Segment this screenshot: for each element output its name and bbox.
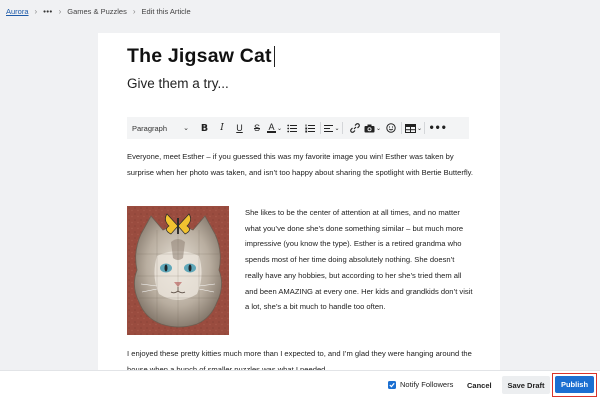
chevron-down-icon: ⌄: [276, 125, 283, 132]
numbered-list-icon: [304, 124, 315, 132]
chevron-down-icon: ⌄: [183, 125, 189, 132]
article-subtitle[interactable]: Give them a try...: [127, 76, 229, 91]
block-format-value: Paragraph: [132, 123, 168, 133]
breadcrumb: Aurora › ••• › Games & Puzzles › Edit th…: [6, 4, 191, 18]
block-format-select[interactable]: Paragraph ⌄: [132, 124, 195, 133]
article-title[interactable]: The Jigsaw Cat: [127, 45, 272, 68]
publish-button[interactable]: Publish: [555, 376, 594, 393]
notify-followers-label: Notify Followers: [400, 380, 454, 389]
align-icon: [324, 124, 334, 132]
breadcrumb-more-button[interactable]: •••: [43, 7, 52, 16]
toolbar-divider: [342, 122, 343, 134]
more-options-button[interactable]: •••: [429, 120, 447, 136]
emoji-button[interactable]: [383, 120, 399, 136]
breadcrumb-board-link[interactable]: Games & Puzzles: [67, 7, 127, 16]
align-button[interactable]: ⌄: [324, 120, 340, 136]
breadcrumb-current: Edit this Article: [141, 6, 191, 16]
table-icon: [405, 123, 417, 133]
bullet-list-icon: [287, 124, 297, 132]
table-button[interactable]: ⌄: [405, 120, 422, 136]
camera-icon: [364, 124, 375, 132]
action-bar: Notify Followers Cancel Save Draft Publi…: [0, 370, 600, 397]
title-field[interactable]: The Jigsaw Cat: [127, 45, 275, 68]
chevron-down-icon: ⌄: [376, 125, 382, 132]
bullet-list-button[interactable]: [284, 120, 300, 136]
font-color-letter: A: [268, 122, 275, 132]
article-editor: The Jigsaw Cat Give them a try... Paragr…: [98, 33, 500, 378]
cat-puzzle-image[interactable]: [127, 206, 229, 335]
editor-toolbar: Paragraph ⌄ B I U S A ⌄ ⌄ ⌄ ⌄ •••: [127, 117, 469, 139]
article-paragraph-1[interactable]: Everyone, meet Esther – if you guessed t…: [127, 149, 477, 180]
insert-image-button[interactable]: ⌄: [364, 120, 381, 136]
toolbar-divider: [400, 122, 402, 134]
bold-button[interactable]: B: [197, 120, 213, 136]
article-paragraph-2[interactable]: She likes to be the center of attention …: [245, 205, 473, 315]
link-icon: [349, 123, 360, 133]
notify-followers-checkbox[interactable]: Notify Followers: [388, 380, 453, 389]
cancel-button[interactable]: Cancel: [461, 378, 498, 392]
text-cursor: [273, 46, 275, 67]
checkbox-checked-icon[interactable]: [388, 380, 396, 389]
chevron-down-icon: ⌄: [417, 125, 423, 132]
chevron-down-icon: ⌄: [334, 125, 340, 132]
strikethrough-button[interactable]: S: [249, 120, 265, 136]
emoji-icon: [385, 123, 396, 133]
chevron-right-icon: ›: [34, 6, 38, 16]
numbered-list-button[interactable]: [302, 120, 318, 136]
save-draft-button[interactable]: Save Draft: [502, 376, 550, 394]
toolbar-divider: [319, 122, 321, 134]
chevron-right-icon: ›: [58, 6, 62, 16]
italic-button[interactable]: I: [214, 120, 230, 136]
breadcrumb-home-link[interactable]: Aurora: [6, 7, 29, 16]
underline-button[interactable]: U: [232, 120, 248, 136]
font-color-icon: A: [266, 122, 276, 133]
link-button[interactable]: [347, 120, 363, 136]
chevron-right-icon: ›: [132, 6, 136, 16]
toolbar-divider: [424, 122, 426, 134]
cat-puzzle-illustration: [127, 206, 229, 335]
font-color-button[interactable]: A ⌄: [266, 120, 283, 136]
